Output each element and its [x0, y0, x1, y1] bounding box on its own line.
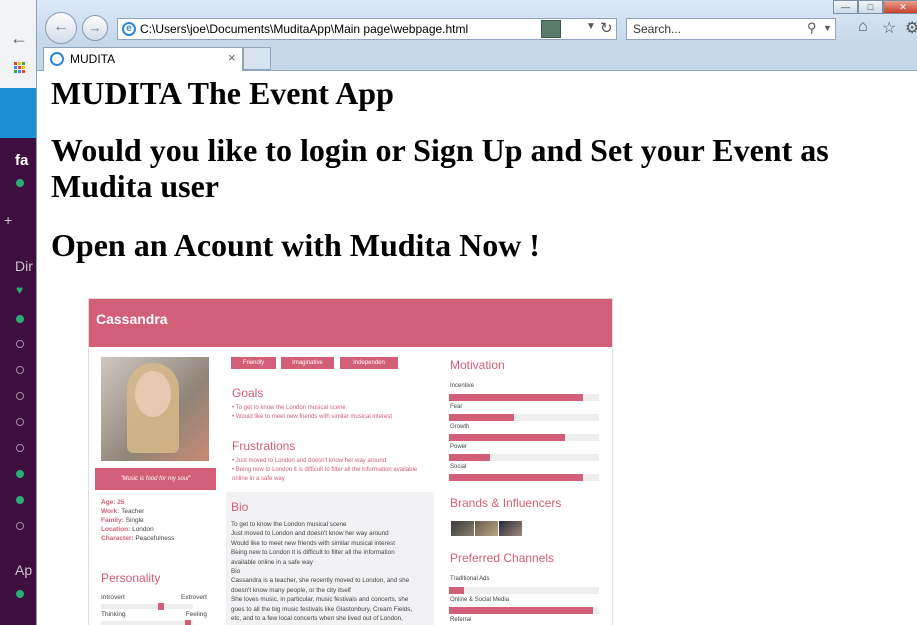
presence-dot [16, 315, 24, 323]
ie-page-icon: e [122, 22, 136, 36]
search-dropdown-icon[interactable]: ▼ [823, 23, 832, 33]
apps-grid-icon[interactable] [14, 62, 26, 74]
persona-quote: "Music is food for my soul" [95, 468, 216, 490]
trait-pill: Imaginative [281, 357, 334, 369]
home-icon[interactable]: ⌂ [858, 18, 868, 36]
bio-title: Bio [231, 500, 249, 514]
close-window-button[interactable]: ✕ [883, 0, 917, 14]
presence-ring [16, 444, 24, 452]
thinking-slider [101, 620, 193, 625]
tab-close-icon[interactable]: × [228, 50, 236, 65]
trait-pill: Independen [340, 357, 398, 369]
channel-bar [449, 607, 599, 614]
presence-ring [16, 366, 24, 374]
motivation-label: Power [450, 444, 468, 450]
persona-name: Cassandra [96, 311, 168, 327]
add-icon[interactable]: + [4, 212, 12, 228]
minimize-button[interactable]: — [833, 0, 858, 14]
motivation-bar [449, 434, 599, 441]
section-direct-messages[interactable]: Dir [15, 258, 33, 274]
address-dropdown-icon[interactable]: ▼ [586, 21, 596, 32]
search-placeholder[interactable]: Search... [633, 22, 681, 36]
persona-header: Cassandra [89, 299, 612, 347]
bio-text: To get to know the London musical scene J… [231, 521, 413, 623]
tab-mudita[interactable]: MUDITA × [43, 47, 243, 71]
motivation-label: Social [450, 464, 467, 470]
blue-banner [0, 88, 40, 138]
personality-title: Personality [101, 571, 161, 585]
back-button[interactable]: ← [45, 12, 77, 44]
tools-gear-icon[interactable]: ⚙ [905, 18, 917, 38]
tab-title[interactable]: MUDITA [70, 52, 115, 66]
refresh-icon[interactable]: ↻ [600, 19, 613, 37]
page-title: MUDITA The Event App [51, 75, 394, 111]
maximize-button[interactable]: □ [858, 0, 883, 14]
brands-title: Brands & Influencers [450, 496, 562, 510]
channel-label: Referral [450, 617, 472, 623]
motivation-bar [449, 474, 599, 481]
persona-photo [101, 357, 209, 461]
goals-list: • To get to know the London musical scen… [232, 405, 393, 420]
motivation-bar [449, 394, 599, 401]
frustrations-list: • Just moved to London and doesn't know … [232, 458, 418, 482]
introvert-slider [101, 603, 193, 610]
login-signup-heading: Would you like to login or Sign Up and S… [51, 132, 829, 204]
address-bar[interactable]: e C:\Users\joe\Documents\MuditaApp\Main … [117, 18, 617, 40]
brand-thumbnail [475, 521, 498, 536]
presence-dot [16, 470, 24, 478]
persona-image: Cassandra "Music is food for my soul" Ag… [88, 298, 613, 625]
motivation-label: Incentive [450, 383, 475, 389]
motivation-title: Motivation [450, 358, 505, 372]
workspace-name[interactable]: fa [15, 152, 28, 169]
brand-thumbnail [451, 521, 474, 536]
presence-ring [16, 340, 24, 348]
motivation-bar [449, 454, 599, 461]
bio-panel: Bio To get to know the London musical sc… [226, 492, 434, 625]
personality-introvert-row: Introvert Extrovert [101, 594, 207, 601]
section-apps[interactable]: Ap [15, 562, 32, 578]
persona-facts: Age: 25 Work: Teacher Family: Single Loc… [101, 499, 175, 542]
search-icon[interactable]: ⚲ [807, 20, 817, 36]
address-url[interactable]: C:\Users\joe\Documents\MuditaApp\Main pa… [140, 22, 468, 36]
browser-window: — □ ✕ ← → e C:\Users\joe\Documents\Mudit… [36, 0, 917, 625]
back-arrow-icon[interactable]: ← [10, 28, 28, 49]
open-account-heading: Open an Acount with Mudita Now ! [51, 227, 540, 263]
channel-bar [449, 587, 599, 594]
favorites-star-icon[interactable]: ☆ [882, 18, 896, 38]
background-window: ← fa + Dir ♥ Ap [0, 0, 40, 625]
personality-thinking-row: Thinking Feeling [101, 611, 207, 618]
search-box[interactable]: Search... ⚲ ▼ [626, 18, 836, 40]
channel-label: Online & Social Media [450, 597, 510, 603]
presence-ring [16, 522, 24, 530]
goals-title: Goals [232, 386, 264, 400]
channel-label: Traditional Ads [450, 576, 490, 582]
page-content: MUDITA The Event App Would you like to l… [37, 71, 917, 625]
ie-tab-icon [50, 52, 64, 66]
presence-dot [16, 496, 24, 504]
slack-sidebar: fa + Dir ♥ Ap [0, 138, 40, 625]
frustrations-title: Frustrations [232, 439, 296, 453]
trait-pill: Friendly [231, 357, 276, 369]
brand-thumbnail [499, 521, 522, 536]
motivation-label: Fear [450, 404, 463, 410]
heart-icon: ♥ [16, 283, 24, 297]
presence-dot [16, 590, 24, 598]
motivation-bar [449, 414, 599, 421]
motivation-label: Growth [450, 424, 470, 430]
channels-title: Preferred Channels [450, 551, 555, 565]
presence-ring [16, 392, 24, 400]
compatibility-view-icon[interactable] [541, 20, 561, 38]
presence-ring [16, 418, 24, 426]
forward-button[interactable]: → [82, 15, 108, 41]
status-dot [16, 179, 24, 187]
new-tab-button[interactable] [243, 47, 271, 70]
